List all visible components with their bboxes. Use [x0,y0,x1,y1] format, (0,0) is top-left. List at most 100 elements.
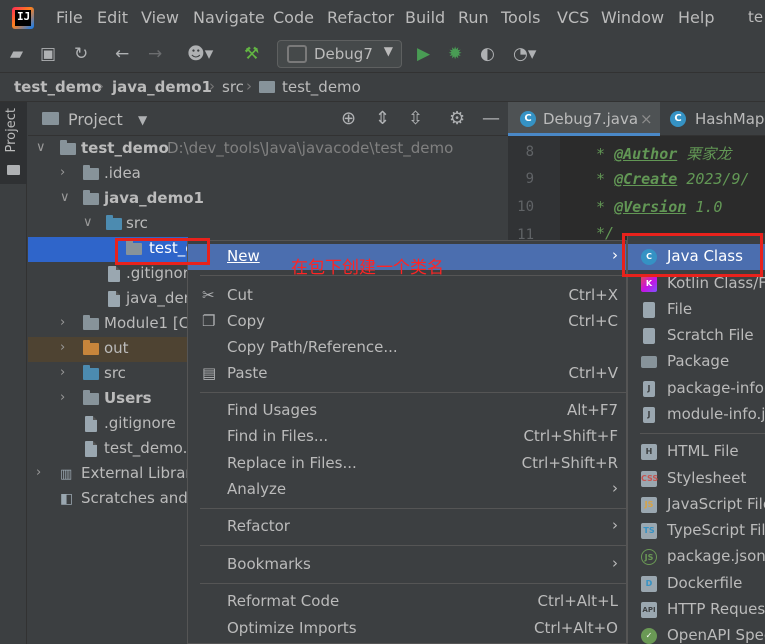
run-icon[interactable]: ▶ [417,44,430,64]
submenu-item-package-json[interactable]: JS package.json [628,544,765,570]
back-icon[interactable]: ← [115,44,129,64]
gear-icon[interactable]: ⚙ [449,108,465,129]
menu-item-find-usages[interactable]: Find Usages Alt+F7 [188,398,626,424]
close-icon[interactable]: × [640,110,653,128]
submenu-item-label: Package [667,352,730,370]
submenu-item-stylesheet[interactable]: CSS Stylesheet [628,466,765,492]
menu-item-optimize-imports[interactable]: Optimize Imports Ctrl+Alt+O [188,616,626,642]
submenu-item-dockerfile[interactable]: D Dockerfile [628,571,765,597]
run-config-selector[interactable]: Debug7 ▼ [277,40,402,68]
menu-item-shortcut: Ctrl+Alt+O [534,619,618,637]
chevron-right-icon[interactable]: › [60,390,65,405]
menu-refactor[interactable]: Refactor [327,8,394,27]
sync-icon[interactable]: ↻ [74,44,88,64]
menu-item-bookmarks[interactable]: Bookmarks › [188,552,626,578]
tree-item-java-demo-iml[interactable]: java_den [28,287,193,312]
menu-window[interactable]: Window [601,8,664,27]
tree-item-src[interactable]: ∨ src [28,212,508,237]
menu-item-replace-in-files[interactable]: Replace in Files... Ctrl+Shift+R [188,451,626,477]
tab-debug7-java[interactable]: C Debug7.java × [508,102,660,136]
breadcrumb-item[interactable]: test_demo [282,78,361,96]
file-icon [108,266,120,282]
build-hammer-icon[interactable]: ⚒ [244,44,259,64]
forward-icon[interactable]: → [148,44,162,64]
css-file-icon: CSS [641,471,658,487]
menu-navigate[interactable]: Navigate [193,8,265,27]
menu-help[interactable]: Help [678,8,714,27]
profile-icon[interactable]: ◔▾ [513,44,536,64]
chevron-right-icon[interactable]: › [60,315,65,330]
menu-item-reformat-code[interactable]: Reformat Code Ctrl+Alt+L [188,589,626,615]
submenu-item-label: package.json [667,547,765,565]
project-panel-title[interactable]: Project [68,110,123,129]
chevron-down-icon[interactable]: ∨ [36,140,46,155]
chevron-right-icon[interactable]: › [60,340,65,355]
chevron-down-icon[interactable]: ▼ [138,113,147,127]
chevron-right-icon[interactable]: › [60,365,65,380]
menu-item-copy-path[interactable]: Copy Path/Reference... [188,335,626,361]
tree-item-module1[interactable]: › Module1 [C [28,312,189,337]
menu-file[interactable]: File [56,8,83,27]
submenu-item-openapi-spec[interactable]: ✓ OpenAPI Spec [628,623,765,644]
menu-edit[interactable]: Edit [97,8,128,27]
breadcrumb-item[interactable]: java_demo1 [112,78,212,96]
tree-item-test-demo-iml[interactable]: test_demo. [28,437,188,462]
submenu-item-package-info[interactable]: J package-info. [628,376,765,402]
menu-build[interactable]: Build [405,8,445,27]
tree-item-test-demo[interactable]: ∨ test_demo D:\dev_tools\Java\javacode\t… [28,137,508,162]
tree-item-gitignore-root[interactable]: .gitignore [28,412,188,437]
chevron-down-icon[interactable]: ∨ [83,215,93,230]
submenu-item-file[interactable]: File [628,297,765,323]
menu-code[interactable]: Code [273,8,314,27]
menu-item-paste[interactable]: ▤ Paste Ctrl+V [188,361,626,387]
tree-item-idea[interactable]: › .idea [28,162,508,187]
menu-vcs[interactable]: VCS [557,8,589,27]
menu-item-copy[interactable]: ❐ Copy Ctrl+C [188,309,626,335]
submenu-item-javascript-file[interactable]: JS JavaScript File [628,492,765,518]
tree-item-external-libraries[interactable]: › ▥ External Librar [28,462,192,487]
tab-hashmap[interactable]: C HashMap [660,102,765,136]
expand-all-icon[interactable]: ⇕ [375,108,390,129]
submenu-item-module-info[interactable]: J module-info.j [628,402,765,428]
menu-item-cut[interactable]: ✂ Cut Ctrl+X [188,283,626,309]
user-icon[interactable]: ☻▾ [187,44,213,64]
coverage-icon[interactable]: ◐ [480,44,495,64]
javadoc-tag: @Author [614,145,678,163]
menu-item-analyze[interactable]: Analyze › [188,477,626,503]
menu-item-refactor[interactable]: Refactor › [188,514,626,540]
chevron-right-icon[interactable]: › [36,465,41,480]
breadcrumb-item[interactable]: test_demo [14,78,102,96]
crosshair-icon[interactable]: ⊕ [341,108,356,129]
code-line: * @Create 2023/9/ [596,170,750,188]
minimize-icon[interactable]: — [482,108,500,129]
project-view-icon [42,112,59,125]
menu-item-find-in-files[interactable]: Find in Files... Ctrl+Shift+F [188,424,626,450]
submenu-item-label: Dockerfile [667,574,743,592]
docker-file-icon: D [641,576,657,592]
menu-tools[interactable]: Tools [501,8,540,27]
tree-item-gitignore[interactable]: .gitignor [28,262,189,287]
debug-icon[interactable]: ✹ [448,44,462,64]
tree-item-out[interactable]: › out [28,337,188,362]
menu-view[interactable]: View [141,8,179,27]
tree-item-src-root[interactable]: › src [28,362,188,387]
collapse-all-icon[interactable]: ⇳ [408,108,423,129]
tree-item-users[interactable]: › Users [28,387,188,412]
chevron-down-icon[interactable]: ∨ [60,190,70,205]
tree-item-java-demo1[interactable]: ∨ java_demo1 [28,187,508,212]
tree-item-scratches[interactable]: ◧ Scratches and [28,487,188,512]
source-folder-icon [83,365,99,380]
submenu-item-http-request[interactable]: API HTTP Reques [628,597,765,623]
menu-run[interactable]: Run [458,8,489,27]
save-icon[interactable]: ▣ [40,44,56,64]
chevron-right-icon[interactable]: › [60,165,65,180]
submenu-item-typescript-file[interactable]: TS TypeScript Fil [628,518,765,544]
annotation-box-java-class [622,233,763,277]
submenu-item-html-file[interactable]: H HTML File [628,439,765,465]
breadcrumb-item[interactable]: src [222,78,244,96]
submenu-item-scratch-file[interactable]: Scratch File [628,323,765,349]
folder-open-icon[interactable]: ▰ [10,44,23,64]
breadcrumb-separator-icon: › [246,77,252,95]
menu-item-shortcut: Ctrl+Shift+R [521,454,618,472]
submenu-item-package[interactable]: Package [628,349,765,375]
